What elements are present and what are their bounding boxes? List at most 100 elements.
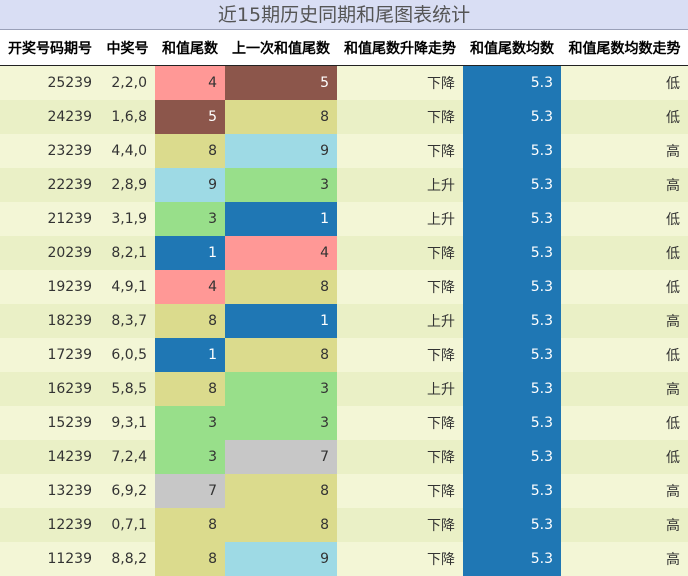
cell-tail: 1	[155, 236, 225, 270]
cell-prev-tail: 7	[225, 440, 337, 474]
cell-avg: 5.3	[463, 304, 561, 338]
cell-tail: 9	[155, 168, 225, 202]
cell-numbers: 8,3,7	[100, 304, 155, 338]
page-title: 近15期历史同期和尾图表统计	[0, 0, 688, 30]
cell-prev-tail: 1	[225, 304, 337, 338]
cell-avg: 5.3	[463, 440, 561, 474]
col-header-issue: 开奖号码期号	[0, 30, 100, 66]
cell-trend: 下降	[337, 440, 463, 474]
cell-avg: 5.3	[463, 168, 561, 202]
cell-tail: 3	[155, 440, 225, 474]
table-row: 21239 3,1,9 3 1 上升 5.3 低	[0, 202, 688, 236]
table-row: 18239 8,3,7 8 1 上升 5.3 高	[0, 304, 688, 338]
cell-tail: 4	[155, 65, 225, 100]
stats-table: 开奖号码期号 中奖号 和值尾数 上一次和值尾数 和值尾数升降走势 和值尾数均数 …	[0, 30, 688, 576]
table-row: 12239 0,7,1 8 8 下降 5.3 高	[0, 508, 688, 542]
cell-trend: 下降	[337, 100, 463, 134]
cell-numbers: 7,2,4	[100, 440, 155, 474]
cell-numbers: 2,2,0	[100, 65, 155, 100]
cell-trend: 下降	[337, 134, 463, 168]
table-row: 24239 1,6,8 5 8 下降 5.3 低	[0, 100, 688, 134]
table-row: 25239 2,2,0 4 5 下降 5.3 低	[0, 65, 688, 100]
table-row: 15239 9,3,1 3 3 下降 5.3 低	[0, 406, 688, 440]
cell-avg-trend: 高	[561, 134, 688, 168]
cell-trend: 下降	[337, 236, 463, 270]
cell-avg-trend: 低	[561, 338, 688, 372]
cell-avg: 5.3	[463, 134, 561, 168]
cell-avg-trend: 低	[561, 100, 688, 134]
cell-trend: 下降	[337, 508, 463, 542]
cell-trend: 上升	[337, 304, 463, 338]
cell-prev-tail: 4	[225, 236, 337, 270]
cell-numbers: 3,1,9	[100, 202, 155, 236]
cell-tail: 7	[155, 474, 225, 508]
cell-issue: 22239	[0, 168, 100, 202]
cell-avg: 5.3	[463, 100, 561, 134]
cell-trend: 下降	[337, 406, 463, 440]
table-body: 25239 2,2,0 4 5 下降 5.3 低 24239 1,6,8 5 8 下降 5.3 低 2323…	[0, 65, 688, 576]
cell-numbers: 5,8,5	[100, 372, 155, 406]
cell-issue: 21239	[0, 202, 100, 236]
cell-trend: 下降	[337, 270, 463, 304]
cell-trend: 上升	[337, 372, 463, 406]
cell-avg-trend: 高	[561, 372, 688, 406]
cell-avg: 5.3	[463, 406, 561, 440]
cell-tail: 5	[155, 100, 225, 134]
col-header-prev-tail: 上一次和值尾数	[225, 30, 337, 66]
table-row: 14239 7,2,4 3 7 下降 5.3 低	[0, 440, 688, 474]
table-row: 22239 2,8,9 9 3 上升 5.3 高	[0, 168, 688, 202]
cell-prev-tail: 8	[225, 338, 337, 372]
cell-tail: 1	[155, 338, 225, 372]
cell-numbers: 1,6,8	[100, 100, 155, 134]
cell-prev-tail: 9	[225, 134, 337, 168]
cell-avg-trend: 低	[561, 440, 688, 474]
cell-prev-tail: 3	[225, 372, 337, 406]
col-header-trend: 和值尾数升降走势	[337, 30, 463, 66]
cell-tail: 8	[155, 304, 225, 338]
cell-avg-trend: 高	[561, 168, 688, 202]
cell-numbers: 8,2,1	[100, 236, 155, 270]
cell-trend: 上升	[337, 202, 463, 236]
table-row: 20239 8,2,1 1 4 下降 5.3 低	[0, 236, 688, 270]
cell-prev-tail: 8	[225, 508, 337, 542]
header-row: 开奖号码期号 中奖号 和值尾数 上一次和值尾数 和值尾数升降走势 和值尾数均数 …	[0, 30, 688, 66]
cell-avg: 5.3	[463, 65, 561, 100]
cell-prev-tail: 9	[225, 542, 337, 576]
cell-numbers: 2,8,9	[100, 168, 155, 202]
cell-avg-trend: 低	[561, 236, 688, 270]
table-row: 19239 4,9,1 4 8 下降 5.3 低	[0, 270, 688, 304]
cell-issue: 16239	[0, 372, 100, 406]
cell-avg-trend: 高	[561, 304, 688, 338]
cell-tail: 8	[155, 372, 225, 406]
cell-avg-trend: 高	[561, 508, 688, 542]
col-header-numbers: 中奖号	[100, 30, 155, 66]
cell-avg: 5.3	[463, 508, 561, 542]
cell-avg-trend: 高	[561, 474, 688, 508]
cell-avg-trend: 低	[561, 65, 688, 100]
cell-prev-tail: 3	[225, 168, 337, 202]
cell-prev-tail: 8	[225, 270, 337, 304]
cell-avg: 5.3	[463, 542, 561, 576]
cell-issue: 20239	[0, 236, 100, 270]
cell-issue: 15239	[0, 406, 100, 440]
cell-issue: 12239	[0, 508, 100, 542]
cell-issue: 18239	[0, 304, 100, 338]
cell-tail: 4	[155, 270, 225, 304]
cell-tail: 3	[155, 202, 225, 236]
cell-tail: 8	[155, 542, 225, 576]
table-row: 23239 4,4,0 8 9 下降 5.3 高	[0, 134, 688, 168]
cell-avg: 5.3	[463, 270, 561, 304]
cell-issue: 13239	[0, 474, 100, 508]
cell-avg: 5.3	[463, 474, 561, 508]
cell-prev-tail: 8	[225, 100, 337, 134]
cell-avg: 5.3	[463, 338, 561, 372]
cell-trend: 下降	[337, 474, 463, 508]
cell-issue: 11239	[0, 542, 100, 576]
cell-numbers: 0,7,1	[100, 508, 155, 542]
cell-avg-trend: 低	[561, 202, 688, 236]
cell-avg: 5.3	[463, 202, 561, 236]
cell-issue: 25239	[0, 65, 100, 100]
cell-prev-tail: 3	[225, 406, 337, 440]
cell-prev-tail: 1	[225, 202, 337, 236]
cell-tail: 8	[155, 134, 225, 168]
